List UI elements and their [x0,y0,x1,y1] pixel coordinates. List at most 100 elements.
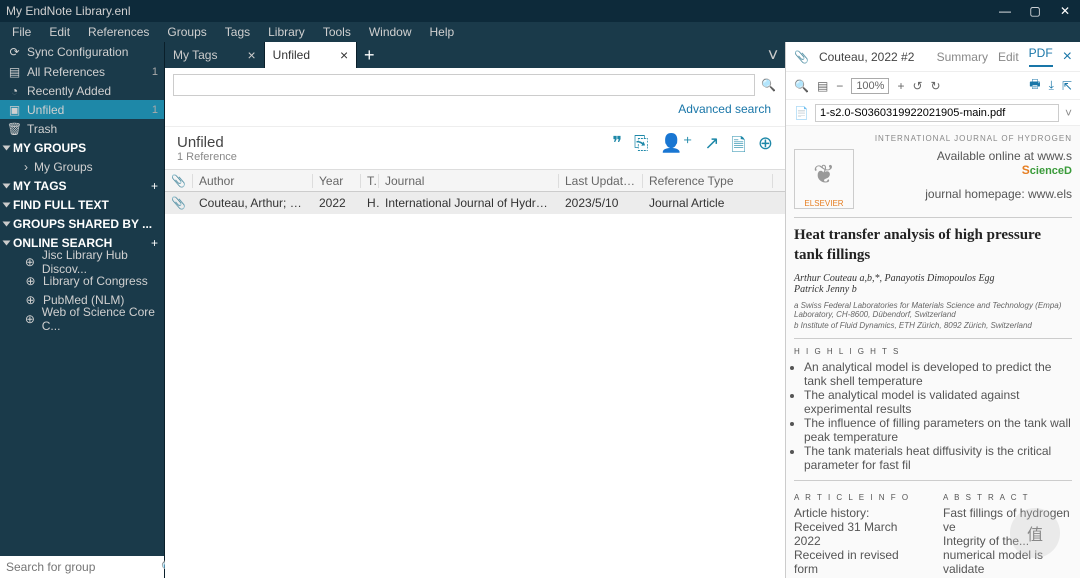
pdf-bullet: The tank materials heat diffusivity is t… [804,444,1072,472]
maximize-button[interactable]: ▢ [1020,0,1050,22]
zoom-level[interactable]: 100% [851,78,889,94]
globe-icon: ⊕ [24,255,36,268]
clock-icon: ◔ [8,84,21,97]
pdf-viewer[interactable]: INTERNATIONAL JOURNAL OF HYDROGEN ❦ELSEV… [786,126,1080,578]
add-person-icon[interactable]: 👤⁺ [660,133,692,163]
tab-unfiled[interactable]: Unfiled× [265,42,358,68]
reference-row[interactable]: 📎 Couteau, Arthur; Dimo... 2022 H... Int… [165,192,785,214]
sidebar-online-jisc[interactable]: ⊕Jisc Library Hub Discov... [0,252,164,271]
pdf-abstract-header: A B S T R A C T [943,493,1072,502]
sync-configuration[interactable]: ⟳ Sync Configuration [0,42,128,61]
tab-mytags[interactable]: My Tags× [165,42,265,68]
chevron-right-icon: › [24,160,28,174]
detail-tab-edit[interactable]: Edit [998,50,1019,64]
group-search-input[interactable] [6,560,161,574]
sync-icon: ⟳ [8,45,21,58]
menu-edit[interactable]: Edit [41,23,78,41]
col-updated[interactable]: Last Updated [559,174,643,188]
cite-icon[interactable]: ❞ [612,133,622,163]
pdf-file-icon: 📄 [794,106,809,120]
folder-icon: ▣ [8,103,21,116]
sidebar-shared-header[interactable]: GROUPS SHARED BY ... [0,214,164,233]
sidebar-online-wos[interactable]: ⊕Web of Science Core C... [0,309,164,328]
save-icon[interactable]: ⤓ [1049,78,1054,93]
copy-icon[interactable]: ⎘ [634,133,648,163]
menu-tags[interactable]: Tags [217,23,258,41]
sidebar-recently-added[interactable]: ◔ Recently Added [0,81,164,100]
col-journal[interactable]: Journal [379,174,559,188]
col-type[interactable]: Reference Type [643,174,773,188]
rotate-left-icon[interactable]: ↺ [912,79,922,93]
pdf-search-icon[interactable]: 🔍 [794,79,809,93]
sidebar-mygroups-header[interactable]: MY GROUPS [0,138,164,157]
menu-help[interactable]: Help [422,23,463,41]
close-button[interactable]: ✕ [1050,0,1080,22]
sidebar-findfulltext-header[interactable]: FIND FULL TEXT [0,195,164,214]
zoom-out-icon[interactable]: − [836,79,843,93]
pdf-bullet: The analytical model is validated agains… [804,388,1072,416]
list-title: Unfiled [177,134,237,151]
popout-icon[interactable]: ⇱ [1062,79,1072,93]
globe-icon: ⊕ [24,274,37,287]
book-icon: ▤ [8,65,21,78]
web-icon[interactable]: ⊕ [758,133,773,163]
attachment-icon: 📎 [165,196,193,210]
search-input[interactable] [173,74,755,96]
pdf-filename-field[interactable] [815,104,1059,122]
close-tab-icon[interactable]: × [247,47,255,63]
main-pane: My Tags× Unfiled× + ˅ 🔍 Advanced search … [165,42,785,578]
sciencedirect-logo: ScienceD [862,163,1072,177]
col-author[interactable]: Author [193,174,313,188]
menu-library[interactable]: Library [260,23,313,41]
minimize-button[interactable]: — [990,0,1020,22]
close-tab-icon[interactable]: × [340,47,348,63]
chevron-down-icon [3,202,11,207]
print-icon[interactable]: 🖶 [1029,75,1040,96]
menu-references[interactable]: References [80,23,157,41]
trash-icon: 🗑 [8,122,21,135]
menu-window[interactable]: Window [361,23,420,41]
dropdown-icon[interactable]: ˅ [1065,106,1072,120]
add-tag-icon[interactable]: + [151,179,158,193]
pdf-affiliation-2: b Institute of Fluid Dynamics, ETH Züric… [794,321,1072,330]
col-year[interactable]: Year [313,174,361,188]
search-icon[interactable]: 🔍 [761,78,777,92]
detail-pane: 📎 Couteau, 2022 #2 Summary Edit PDF × 🔍 … [785,42,1080,578]
tab-overflow-icon[interactable]: ˅ [761,42,785,68]
sidebar-unfiled[interactable]: ▣ Unfiled 1 [0,100,164,119]
pdf-affiliation-1: a Swiss Federal Laboratories for Materia… [794,301,1072,319]
share-icon[interactable]: ↗ [704,133,719,163]
col-title[interactable]: T... [361,174,379,188]
menu-file[interactable]: File [4,23,39,41]
column-headers: 📎 Author Year T... Journal Last Updated … [165,170,785,192]
pdf-article-title: Heat transfer analysis of high pressure … [794,226,1072,265]
menu-tools[interactable]: Tools [315,23,359,41]
pdf-notes-icon[interactable]: ▤ [817,79,828,93]
detail-tab-pdf[interactable]: PDF [1029,46,1053,67]
pdf-bullet: An analytical model is developed to pred… [804,360,1072,388]
sidebar-online-loc[interactable]: ⊕Library of Congress [0,271,164,290]
col-attachment[interactable]: 📎 [165,174,193,188]
attachment-icon: 📎 [794,50,809,64]
advanced-search-link[interactable]: Advanced search [678,102,771,126]
pdf-homepage: journal homepage: www.els [862,187,1072,201]
sidebar-mytags-header[interactable]: MY TAGS+ [0,176,164,195]
sidebar-trash[interactable]: 🗑 Trash [0,119,164,138]
pdf-bullet: The influence of filling parameters on t… [804,416,1072,444]
add-tab-button[interactable]: + [357,42,381,68]
rotate-right-icon[interactable]: ↻ [931,79,941,93]
menu-groups[interactable]: Groups [159,23,214,41]
detail-tab-summary[interactable]: Summary [937,50,988,64]
chevron-down-icon [3,145,11,150]
sidebar-all-references[interactable]: ▤ All References 1 [0,62,164,81]
sidebar-mygroups-item[interactable]: ›My Groups [0,157,164,176]
globe-icon: ⊕ [24,312,36,325]
pdf-highlights-header: H I G H L I G H T S [794,347,1072,356]
export-icon[interactable]: 🗎 [731,133,745,163]
zoom-in-icon[interactable]: + [897,79,904,93]
chevron-down-icon [3,183,11,188]
close-detail-icon[interactable]: × [1063,48,1072,66]
sidebar-group-search[interactable]: 🔍 [0,556,164,578]
window-title: My EndNote Library.enl [6,4,131,18]
pdf-avail: Available online at www.s [862,149,1072,163]
